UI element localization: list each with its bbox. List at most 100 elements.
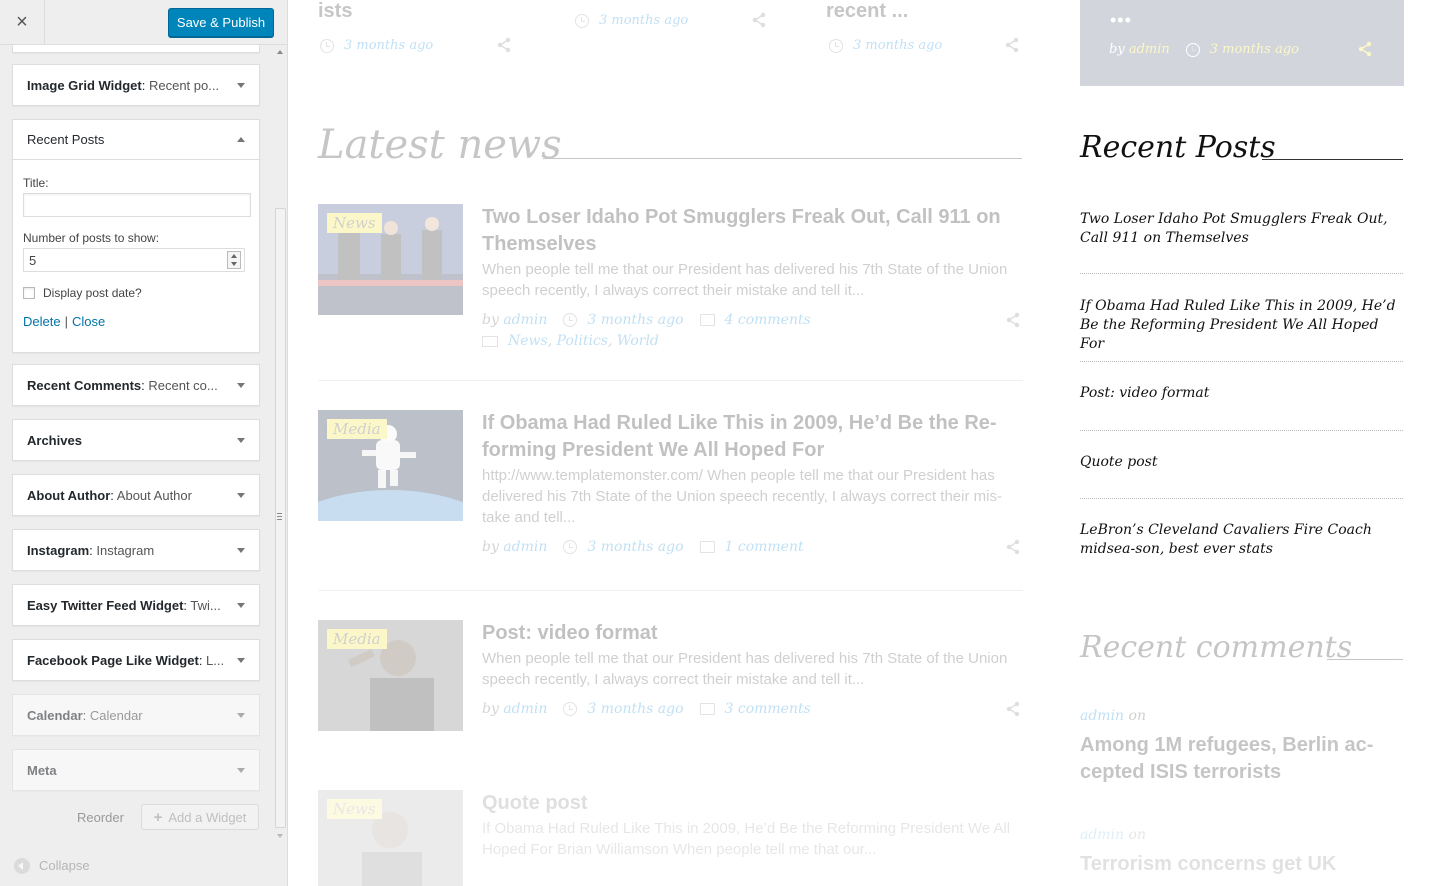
post-thumbnail[interactable]: News: [318, 204, 463, 315]
comment-post-link[interactable]: Among 1M refugees, Berlin ac-cepted ISIS…: [1080, 732, 1410, 786]
post-author[interactable]: admin: [503, 701, 547, 717]
category-badge[interactable]: Media: [327, 629, 387, 649]
post-time[interactable]: 3 months ago: [587, 701, 683, 717]
expand-arrow-icon[interactable]: [237, 712, 245, 718]
post-by: by: [482, 312, 499, 328]
post-title[interactable]: Post: video format: [482, 620, 1022, 647]
widget-name: Archives: [27, 432, 82, 448]
top-post-title[interactable]: recent ...: [826, 0, 908, 23]
post-divider: [318, 380, 1023, 381]
recent-post-link[interactable]: If Obama Had Ruled Like This in 2009, He…: [1080, 297, 1405, 354]
card-author[interactable]: admin: [1129, 42, 1170, 57]
post-title[interactable]: Two Loser Idaho Pot Smugglers Freak Out,…: [482, 204, 1022, 258]
post-title[interactable]: Quote post: [482, 790, 1022, 817]
comment-author[interactable]: admin: [1080, 708, 1124, 724]
expand-arrow-icon[interactable]: [237, 657, 245, 663]
spinner-icon[interactable]: [227, 251, 241, 269]
display-date-checkbox[interactable]: [23, 287, 35, 299]
post-comments[interactable]: 1 comment: [725, 539, 804, 555]
post-time[interactable]: 3 months ago: [344, 38, 433, 53]
category-badge[interactable]: Media: [327, 419, 387, 439]
scroll-up-icon[interactable]: [277, 50, 283, 54]
widget-panel[interactable]: Recent Comments: Recent co...: [12, 364, 260, 406]
category-badge[interactable]: News: [327, 213, 382, 233]
close-icon[interactable]: ×: [0, 0, 45, 45]
title-input[interactable]: [23, 193, 251, 217]
widget-panel[interactable]: Facebook Page Like Widget: L...: [12, 639, 260, 681]
expand-arrow-icon[interactable]: [237, 82, 245, 88]
widget-panel-partial[interactable]: [12, 45, 260, 53]
comment-author[interactable]: admin: [1080, 827, 1124, 843]
expand-arrow-icon[interactable]: [237, 382, 245, 388]
post-category-link[interactable]: News: [508, 333, 548, 349]
widget-panel[interactable]: About Author: About Author: [12, 474, 260, 516]
widget-subtitle: Recent co...: [148, 377, 218, 393]
recent-post-link[interactable]: Two Loser Idaho Pot Smugglers Freak Out,…: [1080, 210, 1405, 248]
post-comments[interactable]: 4 comments: [725, 312, 811, 328]
title-rule: [1327, 659, 1403, 660]
widget-recent-posts: Recent Posts Title: Number of posts to s…: [12, 119, 260, 353]
share-icon[interactable]: [1357, 41, 1373, 57]
post-thumbnail[interactable]: Media: [318, 410, 463, 521]
scrollbar[interactable]: [274, 45, 287, 840]
recent-post-link[interactable]: Quote post: [1080, 453, 1405, 472]
expand-arrow-icon[interactable]: [237, 492, 245, 498]
collapse-arrow-icon[interactable]: [237, 137, 245, 142]
widget-subtitle: Instagram: [96, 542, 155, 558]
widget-panel[interactable]: Instagram: Instagram: [12, 529, 260, 571]
post-author[interactable]: admin: [503, 539, 547, 555]
post-category-link[interactable]: Politics: [557, 333, 608, 349]
post-thumbnail[interactable]: News: [318, 790, 463, 886]
post-category-link[interactable]: World: [617, 333, 659, 349]
clock-icon: [829, 38, 843, 53]
folder-icon: [482, 335, 498, 347]
widget-header[interactable]: Recent Posts: [13, 120, 259, 160]
card-time[interactable]: 3 months ago: [1210, 42, 1299, 57]
top-post-title[interactable]: ists: [318, 0, 352, 23]
share-icon[interactable]: [751, 12, 767, 28]
section-title-latest-news: Latest news: [318, 122, 562, 168]
post-title[interactable]: If Obama Had Ruled Like This in 2009, He…: [482, 410, 1022, 464]
recent-post-separator: [1080, 361, 1403, 362]
posts-count-stepper[interactable]: 5: [23, 248, 245, 272]
post-time[interactable]: 3 months ago: [599, 13, 688, 28]
share-icon[interactable]: [1005, 701, 1021, 717]
close-link[interactable]: Close: [72, 314, 105, 329]
expand-arrow-icon[interactable]: [237, 437, 245, 443]
widget-image-grid[interactable]: Image Grid Widget: Recent po...: [12, 64, 260, 106]
post-time[interactable]: 3 months ago: [587, 539, 683, 555]
save-publish-button[interactable]: Save & Publish: [168, 8, 274, 37]
expand-arrow-icon[interactable]: [237, 767, 245, 773]
widget-panel[interactable]: Easy Twitter Feed Widget: Twi...: [12, 584, 260, 626]
comment-post-link[interactable]: Terrorism concerns get UK: [1080, 851, 1410, 878]
recent-post-link[interactable]: LeBron’s Cleveland Cavaliers Fire Coach …: [1080, 521, 1405, 559]
comment-on: on: [1128, 827, 1146, 843]
widget-name: About Author: [27, 487, 111, 503]
widget-panel[interactable]: Calendar: Calendar: [12, 694, 260, 736]
expand-arrow-icon[interactable]: [237, 602, 245, 608]
expand-arrow-icon[interactable]: [237, 547, 245, 553]
top-featured-card[interactable]: ••• by admin 3 months ago: [1080, 0, 1404, 86]
reorder-button[interactable]: Reorder: [77, 810, 124, 825]
category-badge[interactable]: News: [327, 799, 382, 819]
post-comments[interactable]: 3 comments: [725, 701, 811, 717]
post-thumbnail[interactable]: Media: [318, 620, 463, 731]
recent-post-link[interactable]: Post: video format: [1080, 384, 1405, 403]
card-dots: •••: [1110, 10, 1132, 30]
widget-list: Image Grid Widget: Recent po... Recent P…: [0, 45, 287, 845]
widget-panel[interactable]: Meta: [12, 749, 260, 791]
post-time[interactable]: 3 months ago: [853, 38, 942, 53]
recent-posts-title: Recent Posts: [1080, 130, 1276, 165]
delete-link[interactable]: Delete: [23, 314, 61, 329]
share-icon[interactable]: [496, 37, 512, 53]
clock-icon: [575, 13, 589, 28]
add-widget-button[interactable]: + Add a Widget: [141, 804, 259, 830]
share-icon[interactable]: [1005, 539, 1021, 555]
post-author[interactable]: admin: [503, 312, 547, 328]
collapse-button[interactable]: Collapse: [0, 845, 287, 886]
post-time[interactable]: 3 months ago: [587, 312, 683, 328]
share-icon[interactable]: [1005, 312, 1021, 328]
post-card: Media Post: video format When people tel…: [318, 620, 1023, 750]
share-icon[interactable]: [1004, 37, 1020, 53]
widget-panel[interactable]: Archives: [12, 419, 260, 461]
